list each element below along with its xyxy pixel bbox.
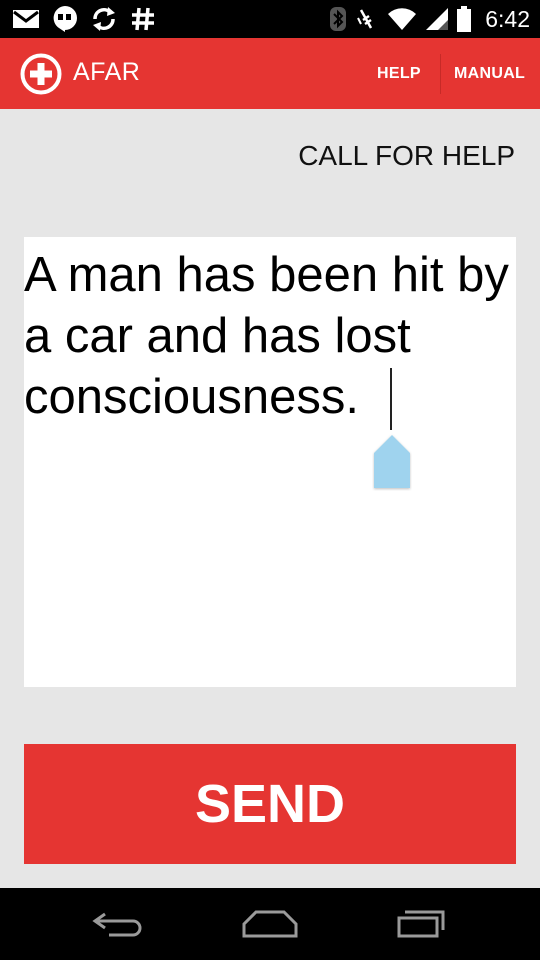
notification-icons (12, 5, 156, 33)
status-time: 6:42 (485, 5, 530, 32)
system-icons: 6:42 (329, 0, 530, 38)
back-icon (92, 912, 142, 937)
hangouts-icon (53, 6, 77, 32)
home-icon (242, 910, 298, 938)
battery-icon (457, 6, 472, 32)
recent-apps-button[interactable] (386, 902, 456, 946)
vibrate-icon (357, 9, 373, 29)
manual-button[interactable]: MANUAL (454, 38, 525, 109)
back-button[interactable] (84, 902, 154, 946)
hashtag-icon (132, 7, 154, 31)
action-divider (440, 54, 441, 94)
wifi-icon (388, 8, 417, 31)
plus-circle-icon[interactable] (20, 53, 62, 95)
app-screen: 6:42 AFAR HELP MANUAL CALL FOR HELP A ma… (0, 0, 540, 960)
sync-icon (93, 7, 115, 31)
help-button[interactable]: HELP (377, 38, 421, 109)
status-bar: 6:42 (0, 0, 540, 38)
recent-apps-icon (397, 910, 445, 938)
app-title: AFAR (73, 58, 141, 86)
bluetooth-icon (330, 7, 347, 31)
message-field[interactable]: A man has been hit by a car and has lost… (24, 237, 516, 687)
signal-icon (426, 8, 449, 30)
cursor-handle-icon[interactable] (372, 433, 412, 491)
navigation-bar (0, 888, 540, 960)
message-text[interactable]: A man has been hit by a car and has lost… (24, 245, 516, 428)
gmail-icon (13, 10, 39, 28)
send-button[interactable]: SEND (24, 744, 516, 864)
home-button[interactable] (235, 902, 305, 946)
action-bar: AFAR HELP MANUAL (0, 38, 540, 109)
page-title: CALL FOR HELP (298, 140, 515, 171)
text-cursor (390, 368, 392, 430)
